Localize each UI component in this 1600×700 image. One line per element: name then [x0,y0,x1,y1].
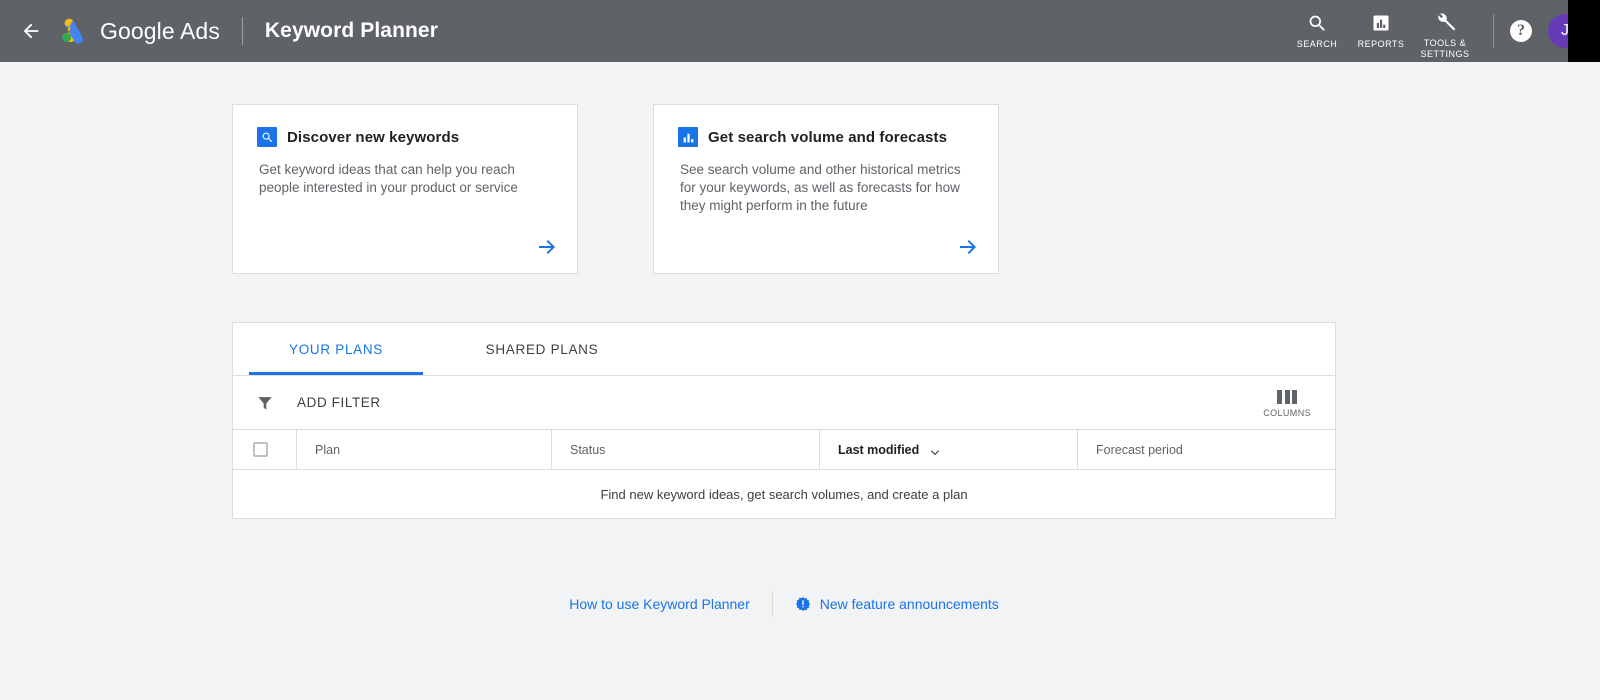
table-header-last-modified-label: Last modified [838,442,920,457]
footer-link-label: New feature announcements [819,596,999,612]
help-icon[interactable]: ? [1510,20,1532,42]
tab-your-plans[interactable]: YOUR PLANS [233,323,439,375]
filter-bar: ADD FILTER COLUMNS [233,376,1335,430]
add-filter-button[interactable]: ADD FILTER [297,395,381,410]
footer-link-how-to-use[interactable]: How to use Keyword Planner [569,596,750,612]
screen-edge-right [1568,0,1600,62]
footer: How to use Keyword Planner New feature a… [0,591,1568,617]
sort-descending-arrow-icon [928,443,942,457]
card-title: Get search volume and forecasts [708,128,948,146]
arrow-right-icon[interactable] [535,235,559,259]
toolbar-search-button[interactable]: SEARCH [1285,4,1349,58]
arrow-right-icon[interactable] [956,235,980,259]
filter-funnel-icon[interactable] [255,393,275,413]
new-feature-badge-icon [795,596,811,612]
card-header: Get search volume and forecasts [678,127,974,147]
toolbar-tools-settings-label: TOOLS & SETTINGS [1420,37,1470,59]
back-arrow-icon [23,23,39,39]
page-title: Keyword Planner [264,19,438,42]
table-header-plan[interactable]: Plan [297,430,552,469]
search-icon [1307,10,1328,36]
search-square-icon [257,127,277,147]
card-discover-new-keywords[interactable]: Discover new keywords Get keyword ideas … [232,104,578,274]
plans-table-header: Plan Status Last modified Forecast perio… [233,430,1335,470]
toolbar-tools-settings-button[interactable]: TOOLS & SETTINGS [1413,3,1477,60]
select-all-checkbox[interactable] [253,442,268,457]
plans-table-empty-state: Find new keyword ideas, get search volum… [600,486,968,502]
plans-panel: YOUR PLANS SHARED PLANS ADD FILTER COLUM… [232,322,1336,519]
card-description: See search volume and other historical m… [680,162,961,213]
brand-divider [241,17,243,45]
table-header-last-modified[interactable]: Last modified [820,430,1078,469]
columns-label: COLUMNS [1263,407,1311,418]
main-content: Discover new keywords Get keyword ideas … [0,62,1600,617]
toolbar-reports-label: REPORTS [1357,39,1405,49]
google-ads-logo[interactable] [56,14,90,48]
brand-name: Google Ads [100,17,220,44]
footer-divider [771,591,773,617]
screen-edge-bottom [0,692,1600,700]
toolbar-reports-button[interactable]: REPORTS [1349,4,1413,58]
toolbar-search-label: SEARCH [1296,39,1338,49]
tab-shared-plans[interactable]: SHARED PLANS [439,323,645,375]
columns-button[interactable]: COLUMNS [1263,388,1311,418]
reports-bar-chart-icon [1371,10,1391,36]
google-ads-logo-icon [62,18,83,44]
card-get-search-volume-and-forecasts[interactable]: Get search volume and forecasts See sear… [653,104,999,274]
plans-tabs: YOUR PLANS SHARED PLANS [233,323,1335,376]
card-description: Get keyword ideas that can help you reac… [259,162,518,195]
back-button[interactable] [14,14,48,48]
card-header: Discover new keywords [257,127,553,147]
footer-link-new-feature-announcements[interactable]: New feature announcements [795,596,999,612]
action-cards: Discover new keywords Get keyword ideas … [232,104,1600,274]
wrench-icon [1434,9,1456,35]
app-bar: Google Ads Keyword Planner SEARCH REPORT… [0,0,1600,62]
columns-icon [1277,389,1298,404]
table-header-select-all [233,430,297,469]
card-title: Discover new keywords [287,128,460,146]
table-header-status[interactable]: Status [552,430,820,469]
table-header-forecast-period[interactable]: Forecast period [1078,430,1335,469]
bar-chart-square-icon [678,127,698,147]
toolbar-divider [1493,14,1494,48]
